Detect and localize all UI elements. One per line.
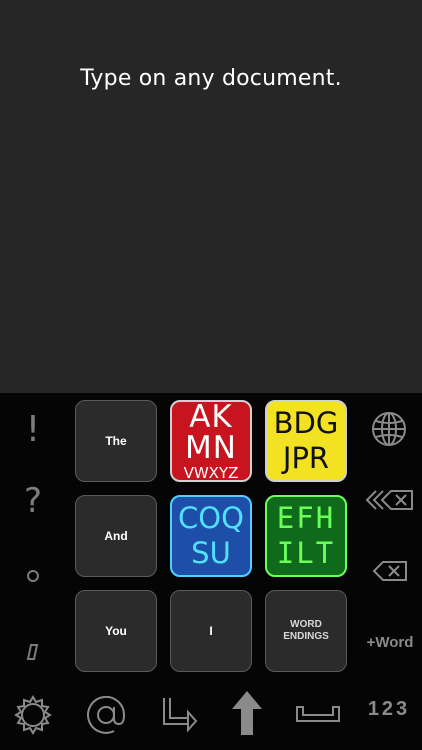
word-endings-line2: ENDINGS: [283, 631, 329, 642]
letter-row-3: VWXYZ: [183, 463, 239, 482]
caption-text: Type on any document.: [80, 66, 342, 91]
word-endings-line1: WORD: [290, 619, 322, 630]
backspace-icon: [372, 561, 407, 581]
return-key[interactable]: [158, 694, 200, 736]
comma-icon: [26, 644, 39, 660]
globe-icon: [372, 412, 406, 446]
period-key[interactable]: [20, 561, 46, 587]
word-endings-key[interactable]: WORD ENDINGS: [265, 590, 347, 672]
delete-word-icon: [365, 490, 413, 510]
word-key-you[interactable]: You: [75, 590, 157, 672]
letter-key-bdgjpr[interactable]: BDG JPR: [265, 400, 347, 482]
word-key-and[interactable]: And: [75, 495, 157, 577]
settings-key[interactable]: [12, 694, 54, 736]
comma-key[interactable]: [20, 637, 46, 667]
question-key[interactable]: ?: [16, 481, 50, 521]
document-area: Type on any document.: [0, 0, 422, 393]
at-key[interactable]: [84, 693, 128, 737]
delete-word-key[interactable]: [364, 485, 414, 515]
gear-icon: [14, 695, 52, 735]
backspace-key[interactable]: [372, 559, 408, 583]
letter-row-2: MN: [185, 429, 237, 466]
numbers-key[interactable]: 123: [364, 698, 414, 721]
add-word-key[interactable]: +Word: [360, 634, 420, 651]
letter-row-2: ILT: [276, 536, 336, 570]
letter-key-coqsu[interactable]: COQ SU: [170, 495, 252, 577]
at-icon: [87, 695, 126, 734]
letter-key-efhilt[interactable]: EFH ILT: [265, 495, 347, 577]
letter-row-1: EFH: [276, 501, 336, 535]
shift-key[interactable]: [230, 689, 264, 737]
exclamation-key[interactable]: !: [18, 409, 48, 450]
space-icon: [296, 706, 340, 722]
period-icon: [27, 570, 39, 582]
letter-key-akmn[interactable]: AK MN VWXYZ: [170, 400, 252, 482]
letter-row-2: SU: [191, 536, 231, 570]
space-key[interactable]: [294, 703, 342, 727]
word-key-the[interactable]: The: [75, 400, 157, 482]
globe-key[interactable]: [369, 409, 409, 449]
letter-row-2: JPR: [282, 441, 330, 475]
return-icon: [163, 698, 198, 733]
word-key-i[interactable]: I: [170, 590, 252, 672]
letter-row-1: AK: [189, 398, 233, 435]
letter-row-1: BDG: [273, 406, 339, 440]
shift-arrow-icon: [232, 691, 262, 735]
letter-row-1: COQ: [178, 501, 244, 535]
keyboard: ! ? The And You I WORD ENDINGS AK MN VWX…: [0, 393, 422, 750]
